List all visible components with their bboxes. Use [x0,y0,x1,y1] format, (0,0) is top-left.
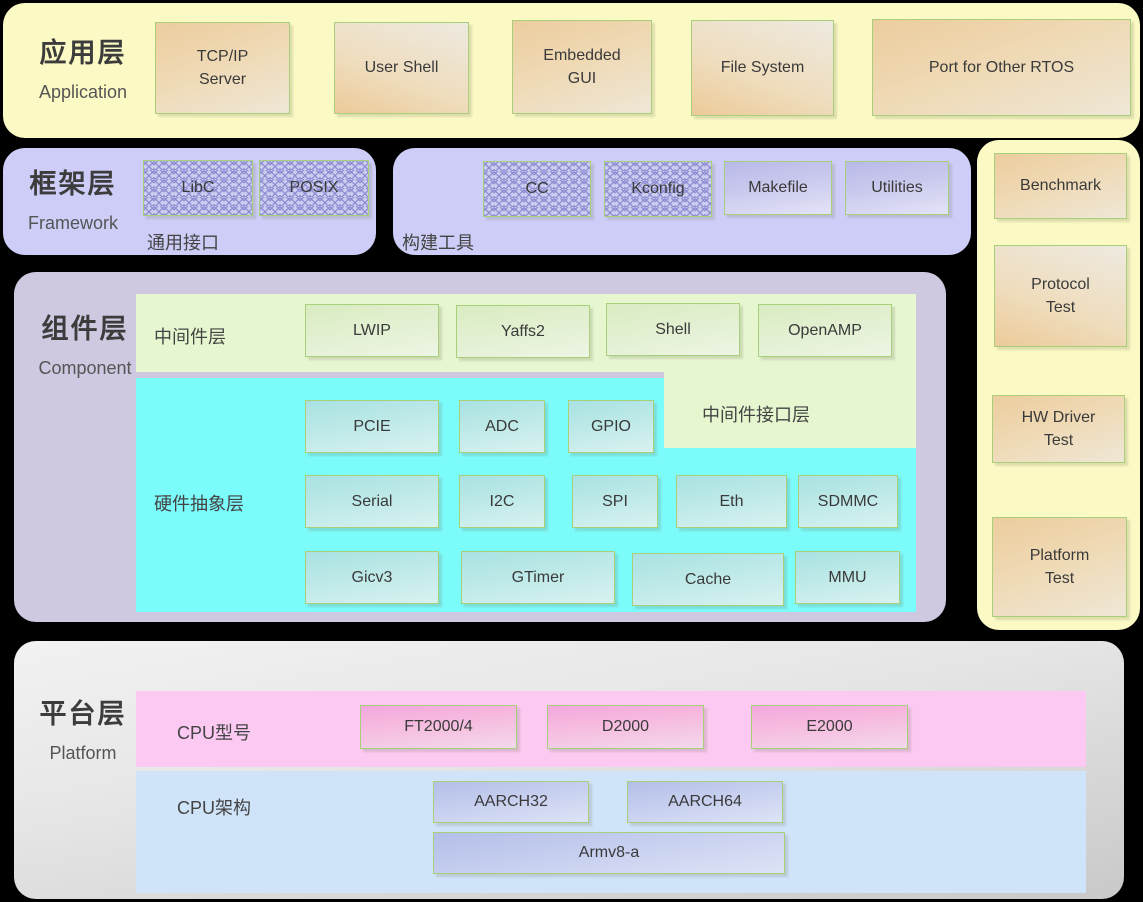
cpu-model-box-label: E2000 [806,718,853,736]
app-box-embedded-gui[interactable]: Embedded GUI [508,16,652,114]
middleware-box-yaffs2[interactable]: Yaffs2 [452,301,590,358]
hal-box-adc[interactable]: ADC [455,396,545,453]
hal-box-label: Serial [351,492,393,510]
app-box-port-other-rtos[interactable]: Port for Other RTOS [868,15,1131,116]
component-layer-label: 组件层 Component [20,302,150,392]
build-box-label: Kconfig [631,180,685,198]
hal-box-label: GTimer [511,568,565,586]
middleware-box-lwip[interactable]: LWIP [301,300,439,357]
common-interface-label: 通用接口 [147,233,219,253]
middleware-box-openamp[interactable]: OpenAMP [754,300,892,357]
hal-box-gtimer[interactable]: GTimer [457,547,615,604]
middleware-box-label: Shell [655,320,691,338]
cpu-model-box-label: D2000 [601,718,650,736]
build-box-kconfig[interactable]: Kconfig [600,157,712,217]
hal-box-label: Eth [719,492,744,510]
app-box-label: Port for Other RTOS [928,58,1075,76]
hal-box-mmu[interactable]: MMU [791,547,900,604]
hal-box-sdmmc[interactable]: SDMMC [794,471,898,528]
framework-layer-label-en: Framework [27,212,118,233]
application-layer-label: 应用层 Application [13,21,153,121]
app-box-file-system[interactable]: File System [687,16,834,116]
cpu-arch-box-aarch64[interactable]: AARCH64 [623,777,783,823]
app-box-label: Embedded GUI [543,46,621,87]
hal-box-i2c[interactable]: I2C [455,471,545,528]
framework-layer-label-cn: 框架层 [29,169,117,200]
middleware-box-shell[interactable]: Shell [602,299,740,356]
test-box-platform-test[interactable]: Platform Test [988,513,1127,617]
build-box-label: CC [525,180,549,198]
platform-layer-panel: 平台层 Platform CPU型号 CPU架构 FT2000/4 D2000 … [14,641,1124,899]
framework-box-libc[interactable]: LibC [139,156,253,216]
application-layer-label-cn: 应用层 [39,38,127,69]
build-box-cc[interactable]: CC [479,157,591,217]
middleware-box-label: LWIP [353,321,391,339]
hal-box-label: Gicv3 [351,568,393,586]
cpu-model-box-d2000[interactable]: D2000 [543,701,704,749]
hal-box-eth[interactable]: Eth [672,471,787,528]
hal-box-pcie[interactable]: PCIE [301,396,439,453]
platform-layer-label-en: Platform [49,742,117,763]
cpu-arch-label: CPU架构 [177,798,252,818]
hal-box-label: MMU [828,568,867,586]
hal-box-label: ADC [485,417,519,435]
cpu-model-box-label: FT2000/4 [404,718,473,736]
cpu-model-box-ft2000-4[interactable]: FT2000/4 [356,701,517,749]
test-box-label: Protocol Test [1031,275,1090,316]
framework-box-label: POSIX [289,179,339,197]
hal-box-label: I2C [489,492,515,510]
build-tools-label: 构建工具 [402,233,474,253]
application-layer-label-en: Application [38,81,128,102]
platform-layer-label-cn: 平台层 [39,699,127,730]
app-box-label: File System [720,59,805,77]
framework-layer-label: 框架层 Framework [9,160,137,244]
middleware-box-label: Yaffs2 [501,322,545,340]
hal-box-label: SDMMC [817,492,879,510]
middleware-box-label: OpenAMP [788,321,862,339]
hal-box-spi[interactable]: SPI [568,471,658,528]
hal-label: 硬件抽象层 [154,494,244,514]
app-box-tcpip-server[interactable]: TCP/IP Server [151,18,290,114]
cpu-arch-box-label: AARCH64 [668,793,742,811]
build-box-utilities[interactable]: Utilities [841,157,949,215]
hal-box-label: SPI [602,492,628,510]
test-box-benchmark[interactable]: Benchmark [990,149,1127,219]
hal-box-gpio[interactable]: GPIO [564,396,654,453]
build-box-label: Makefile [748,179,808,197]
hal-box-serial[interactable]: Serial [301,471,439,528]
cpu-model-box-e2000[interactable]: E2000 [747,701,908,749]
test-box-label: Platform Test [1029,546,1090,587]
cpu-arch-box-label: AARCH32 [474,793,548,811]
cpu-model-label: CPU型号 [177,723,252,743]
test-box-hw-driver-test[interactable]: HW Driver Test [988,391,1125,463]
hal-box-label: PCIE [353,417,391,435]
hal-box-cache[interactable]: Cache [628,549,784,606]
framework-box-posix[interactable]: POSIX [255,156,369,216]
hal-box-label: GPIO [590,417,631,435]
hal-box-label: Cache [684,570,732,588]
framework-box-label: LibC [181,179,215,197]
build-box-makefile[interactable]: Makefile [720,157,832,215]
middleware-interface-label: 中间件接口层 [702,405,810,425]
app-box-label: User Shell [364,59,439,77]
cpu-arch-box-armv8-a[interactable]: Armv8-a [429,828,785,874]
build-box-label: Utilities [871,179,923,197]
component-layer-panel: 组件层 Component 中间件层 中间件接口层 硬件抽象层 LWIP Yaf… [14,272,946,622]
application-layer-panel: 应用层 Application TCP/IP Server User Shell… [3,3,1140,138]
component-layer-label-cn: 组件层 [41,314,129,345]
build-tools-panel: 构建工具 CC Kconfig Makefile Utilities [393,148,971,255]
test-box-label: Benchmark [1020,177,1101,195]
app-box-user-shell[interactable]: User Shell [330,18,469,114]
component-layer-label-en: Component [38,357,132,378]
hal-box-gicv3[interactable]: Gicv3 [301,547,439,604]
framework-layer-panel: 框架层 Framework 通用接口 LibC POSIX [3,148,376,255]
app-box-label: TCP/IP Server [196,47,249,88]
test-column-panel: Benchmark Protocol Test HW Driver Test P… [977,140,1140,630]
platform-layer-label: 平台层 Platform [20,687,146,777]
cpu-arch-box-label: Armv8-a [578,844,640,862]
middleware-label: 中间件层 [154,327,226,347]
test-box-protocol-test[interactable]: Protocol Test [990,241,1127,347]
test-box-label: HW Driver Test [1021,408,1096,449]
cpu-arch-box-aarch32[interactable]: AARCH32 [429,777,589,823]
